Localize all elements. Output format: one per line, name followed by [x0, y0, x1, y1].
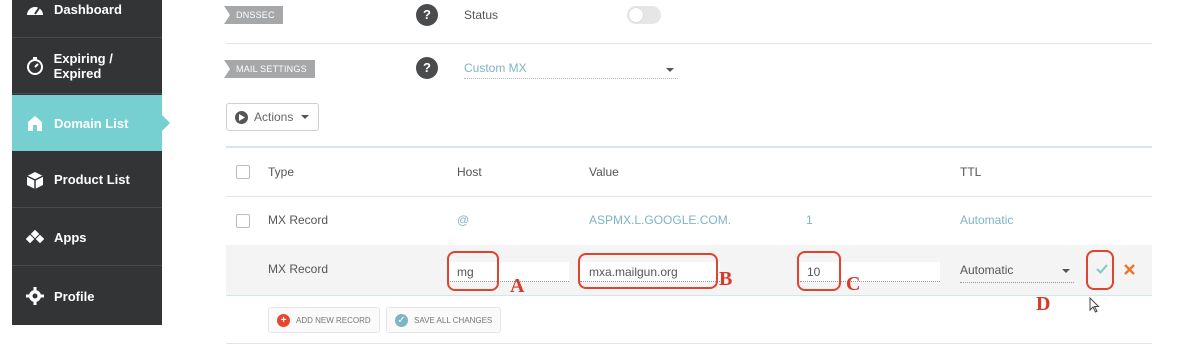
dnssec-toggle[interactable]	[627, 6, 661, 24]
sidebar-item-dashboard[interactable]: Dashboard	[12, 0, 162, 38]
actions-button[interactable]: Actions	[226, 103, 319, 131]
record-priority[interactable]: 1	[806, 213, 813, 227]
apps-icon	[24, 227, 46, 249]
mail-help-icon[interactable]: ?	[416, 57, 438, 79]
table-top-border	[226, 146, 1152, 148]
sidebar-item-domain-list[interactable]: Domain List	[12, 95, 170, 151]
save-all-changes-button[interactable]: ✓ SAVE ALL CHANGES	[386, 307, 502, 333]
annotation-label-c: C	[846, 273, 861, 295]
sidebar: Dashboard Expiring / Expired Domain List…	[12, 0, 170, 325]
chevron-down-icon	[301, 115, 310, 119]
column-header-ttl: TTL	[960, 165, 982, 179]
chevron-down-icon	[1062, 269, 1070, 273]
row-checkbox[interactable]	[236, 214, 250, 228]
sidebar-item-profile[interactable]: Profile	[12, 268, 162, 324]
cancel-close-icon[interactable]	[1121, 260, 1137, 278]
record-ttl[interactable]: Automatic	[960, 213, 1013, 227]
annotation-box-c	[797, 251, 841, 291]
sidebar-item-label: Expiring / Expired	[53, 50, 113, 81]
mouse-cursor-icon	[1089, 296, 1100, 318]
dashboard-icon	[24, 0, 46, 21]
mail-settings-value: Custom MX	[464, 61, 527, 75]
add-new-record-label: ADD NEW RECORD	[296, 315, 371, 325]
add-new-record-button[interactable]: + ADD NEW RECORD	[268, 307, 380, 333]
annotation-label-b: B	[719, 268, 733, 290]
chevron-down-icon	[666, 68, 674, 72]
ttl-select-value: Automatic	[960, 263, 1014, 277]
divider	[226, 43, 1152, 44]
dnssec-help-icon[interactable]: ?	[416, 4, 438, 26]
bottom-divider	[226, 343, 1152, 344]
annotation-label-d: D	[1036, 293, 1051, 315]
divider	[226, 196, 1152, 197]
sidebar-item-label: Dashboard	[54, 2, 122, 17]
annotation-box-d	[1086, 250, 1114, 290]
record-type: MX Record	[268, 213, 329, 227]
mail-settings-select[interactable]: Custom MX	[464, 61, 678, 79]
record-value[interactable]: ASPMX.L.GOOGLE.COM.	[589, 213, 731, 227]
sidebar-item-label: Apps	[54, 230, 87, 245]
sidebar-item-apps[interactable]: Apps	[12, 210, 162, 266]
row-border	[226, 295, 1152, 296]
plus-icon: +	[277, 313, 290, 327]
home-icon	[24, 112, 46, 134]
sidebar-item-label: Profile	[54, 288, 95, 304]
sidebar-item-product-list[interactable]: Product List	[12, 152, 162, 208]
column-header-value: Value	[589, 165, 619, 179]
annotation-box-b	[578, 253, 718, 289]
gear-icon	[24, 285, 46, 307]
sidebar-item-label: Product List	[54, 172, 130, 187]
save-all-changes-label: SAVE ALL CHANGES	[414, 315, 493, 325]
sidebar-item-expiring[interactable]: Expiring / Expired	[12, 38, 162, 94]
sidebar-item-label: Domain List	[54, 115, 129, 131]
column-header-host: Host	[457, 165, 482, 179]
box-icon	[24, 169, 46, 191]
play-icon	[235, 110, 248, 124]
column-header-type: Type	[268, 165, 295, 179]
ttl-select[interactable]: Automatic	[960, 262, 1074, 283]
dnssec-tag: DNSSEC	[224, 6, 283, 24]
record-type: MX Record	[268, 262, 329, 276]
annotation-box-a	[447, 251, 499, 291]
check-circle-icon: ✓	[395, 313, 408, 327]
actions-label: Actions	[254, 110, 294, 124]
dnssec-status-label: Status	[464, 8, 499, 22]
record-host[interactable]: @	[457, 213, 469, 227]
timer-icon	[24, 55, 46, 77]
select-all-checkbox[interactable]	[236, 165, 250, 179]
mail-settings-tag: MAIL SETTINGS	[224, 60, 315, 78]
